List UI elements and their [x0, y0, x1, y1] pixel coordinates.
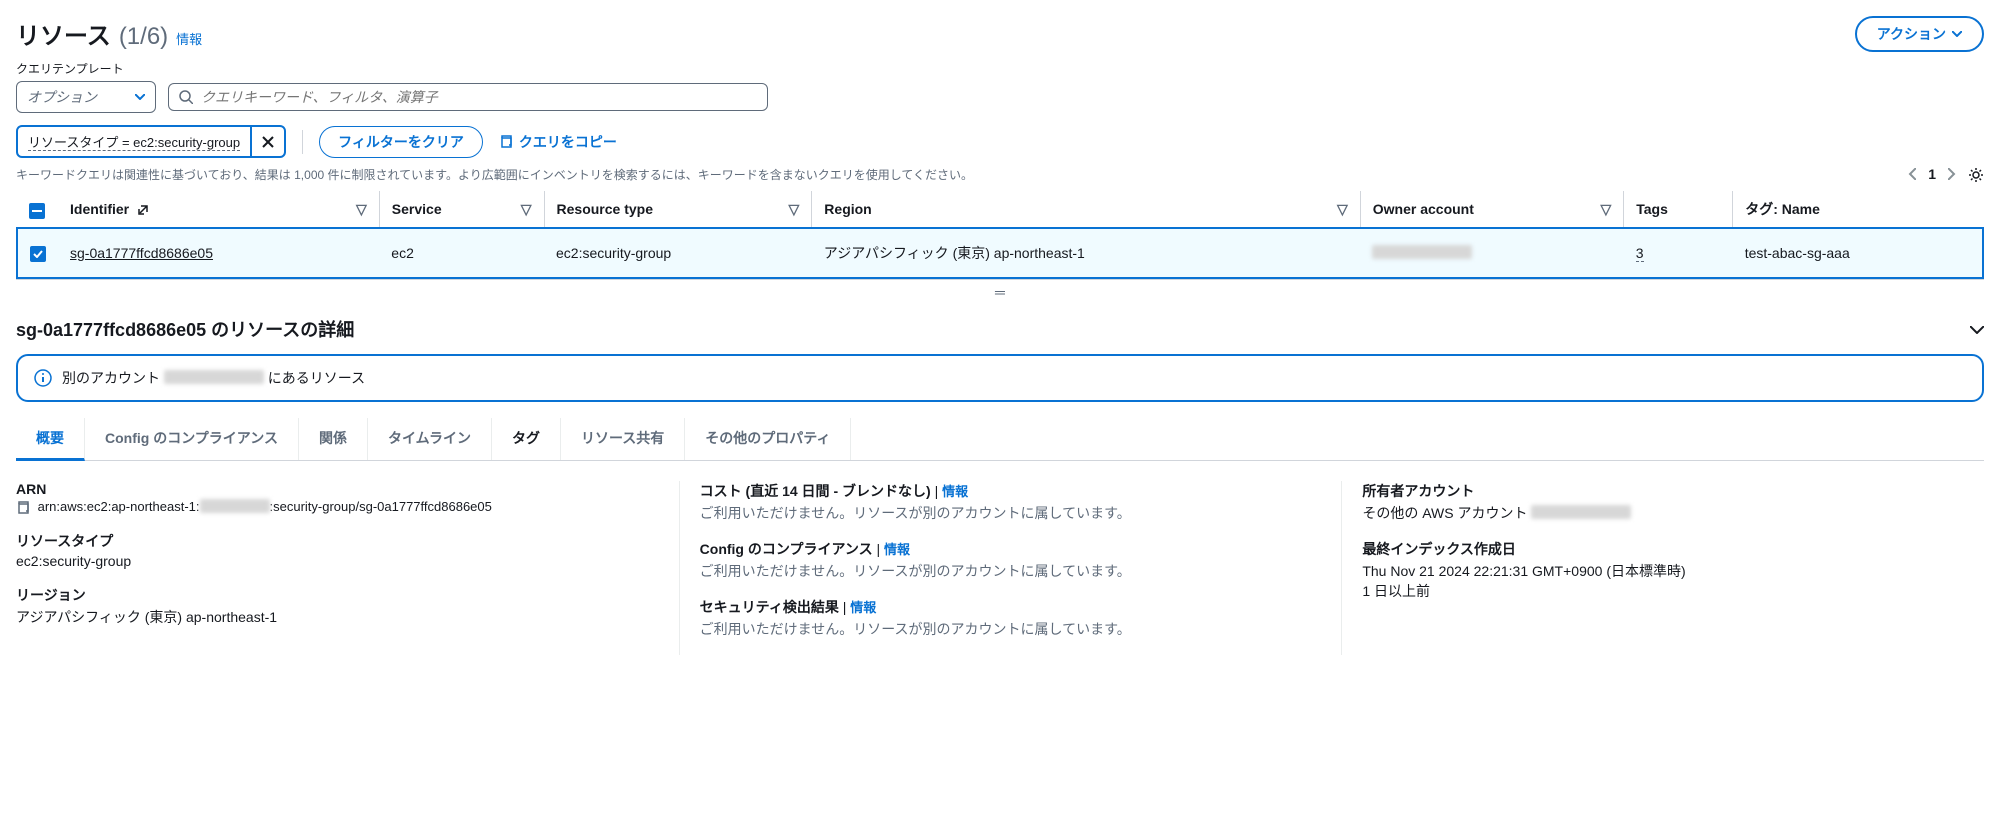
rtype-label: リソースタイプ — [16, 531, 659, 551]
clear-filter-button[interactable]: フィルターをクリア — [319, 126, 483, 158]
chevron-down-icon — [1952, 31, 1962, 37]
gear-icon — [1968, 167, 1984, 183]
collapse-button[interactable] — [1970, 321, 1984, 337]
identifier-link[interactable]: sg-0a1777ffcd8686e05 — [70, 245, 213, 261]
index-label: 最終インデックス作成日 — [1362, 539, 1984, 559]
info-link[interactable]: 情報 — [176, 29, 202, 48]
select-all-checkbox[interactable] — [29, 203, 45, 219]
region-value: アジアパシフィック (東京) ap-northeast-1 — [16, 607, 659, 627]
query-template-select[interactable]: オプション — [16, 81, 156, 113]
info-icon — [34, 369, 52, 387]
row-checkbox[interactable] — [30, 246, 46, 262]
index-value: Thu Nov 21 2024 22:21:31 GMT+0900 (日本標準時… — [1362, 561, 1984, 581]
tab-config[interactable]: Config のコンプライアンス — [85, 418, 299, 460]
info-link[interactable]: 情報 — [884, 542, 910, 557]
sort-icon[interactable]: ▽ — [1337, 201, 1348, 218]
search-input[interactable] — [201, 89, 757, 105]
info-banner: 別のアカウント ████████ にあるリソース — [16, 354, 1984, 402]
tab-other[interactable]: その他のプロパティ — [685, 418, 851, 460]
page-title: リソース — [16, 16, 111, 51]
chevron-down-icon — [1970, 326, 1984, 334]
prev-page-button[interactable] — [1908, 165, 1916, 183]
resource-table: Identifier ▽ Service▽ Resource type▽ Reg… — [16, 191, 1984, 279]
sort-icon[interactable]: ▽ — [789, 201, 800, 218]
next-page-button[interactable] — [1948, 165, 1956, 183]
close-icon[interactable] — [250, 127, 284, 156]
filter-chip: リソースタイプ = ec2:security-group — [16, 125, 286, 158]
settings-button[interactable] — [1968, 165, 1984, 182]
tab-sharing[interactable]: リソース共有 — [561, 418, 685, 460]
sort-icon[interactable]: ▽ — [356, 201, 367, 218]
action-button[interactable]: アクション — [1855, 16, 1984, 52]
split-handle[interactable]: ═ — [16, 279, 1984, 304]
chevron-right-icon — [1948, 168, 1956, 180]
tab-timeline[interactable]: タイムライン — [368, 418, 492, 460]
page-count: (1/6) — [119, 23, 168, 51]
tab-tags[interactable]: タグ — [492, 418, 561, 460]
copy-icon — [499, 135, 513, 149]
account-redacted: ████████ — [1531, 505, 1631, 519]
table-row[interactable]: sg-0a1777ffcd8686e05 ec2 ec2:security-gr… — [17, 228, 1983, 278]
detail-title: sg-0a1777ffcd8686e05 のリソースの詳細 — [16, 316, 354, 342]
region-label: リージョン — [16, 585, 659, 605]
rtype-value: ec2:security-group — [16, 553, 659, 569]
copy-icon[interactable] — [16, 501, 30, 515]
arn-value: arn:aws:ec2:ap-northeast-1:████:security… — [16, 499, 659, 515]
chevron-left-icon — [1908, 168, 1916, 180]
copy-query-button[interactable]: クエリをコピー — [499, 132, 617, 152]
page-number: 1 — [1928, 166, 1936, 182]
chevron-down-icon — [135, 94, 145, 100]
arn-label: ARN — [16, 481, 659, 497]
query-template-label: クエリテンプレート — [16, 60, 1984, 77]
divider — [302, 130, 303, 154]
sort-icon[interactable]: ▽ — [1600, 201, 1611, 218]
search-icon — [179, 90, 193, 104]
sort-icon[interactable]: ▽ — [521, 201, 532, 218]
index-relative: 1 日以上前 — [1362, 581, 1984, 601]
tags-count[interactable]: 3 — [1636, 245, 1644, 262]
owner-redacted: ████████ — [1372, 245, 1472, 259]
detail-tabs: 概要 Config のコンプライアンス 関係 タイムライン タグ リソース共有 … — [16, 418, 1984, 461]
tab-relations[interactable]: 関係 — [299, 418, 368, 460]
info-link[interactable]: 情報 — [942, 484, 968, 499]
search-box[interactable] — [168, 83, 768, 111]
owner-label: 所有者アカウント — [1362, 481, 1984, 501]
external-link-icon — [137, 204, 149, 216]
tab-overview[interactable]: 概要 — [16, 418, 85, 461]
page-header: リソース (1/6) 情報 アクション — [16, 16, 1984, 52]
info-link[interactable]: 情報 — [850, 600, 876, 615]
account-redacted: ████████ — [164, 370, 264, 384]
